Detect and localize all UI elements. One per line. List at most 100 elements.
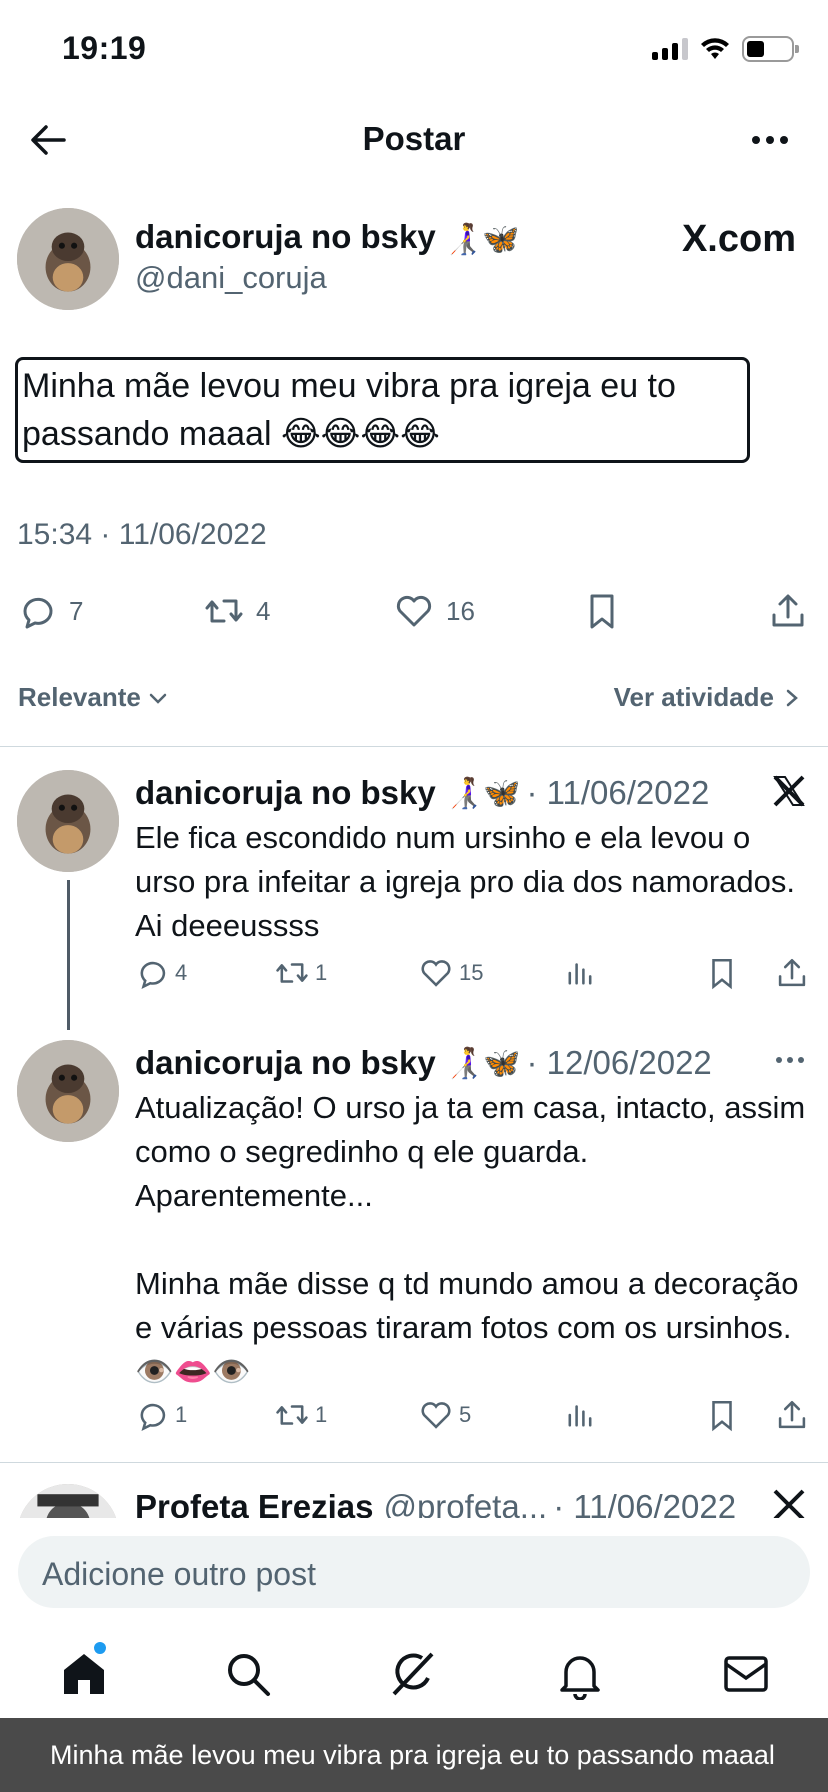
share-icon [772, 594, 804, 627]
wifi-icon [701, 38, 729, 59]
search-tab[interactable] [222, 1648, 274, 1700]
home-tab[interactable] [58, 1648, 110, 1700]
grok-icon [392, 1652, 434, 1696]
like-button[interactable]: 16 [394, 591, 475, 631]
repost-icon [205, 599, 243, 623]
status-bar: 19:19 [0, 0, 828, 100]
share-icon [778, 1400, 806, 1429]
reply-date: · 12/06/2022 [526, 1044, 712, 1081]
share-button[interactable] [775, 956, 809, 990]
avatar[interactable] [17, 208, 119, 310]
reply-button[interactable]: 1 [135, 1398, 187, 1432]
grok-tab[interactable] [386, 1648, 438, 1700]
repost-button[interactable]: 1 [275, 956, 327, 990]
heart-icon [396, 595, 432, 627]
status-icons [652, 36, 799, 62]
mail-icon [724, 1656, 768, 1692]
x-logo-text: X.com [681, 218, 796, 260]
repost-button[interactable]: 1 [275, 1398, 327, 1432]
x-logo-icon [773, 1489, 805, 1521]
bottom-tab-bar [0, 1636, 828, 1726]
top-navbar: Postar [0, 100, 828, 180]
view-activity-label: Ver atividade [613, 682, 774, 712]
like-count: 5 [459, 1402, 472, 1427]
avatar[interactable] [17, 770, 119, 872]
repost-count: 4 [256, 595, 271, 626]
reply-header: danicoruja no bsky 👩‍🦯🦋 · 11/06/2022 [135, 774, 709, 812]
like-count: 16 [446, 595, 475, 626]
author-emoji: 👩‍🦯🦋 [445, 776, 521, 810]
analytics-icon [568, 1405, 592, 1427]
views-button[interactable] [563, 1398, 597, 1432]
divider [0, 1462, 828, 1463]
divider [0, 746, 828, 747]
more-options-icon[interactable] [774, 1050, 806, 1070]
bookmark-icon [712, 1400, 732, 1432]
reply-count: 1 [175, 1402, 188, 1427]
home-icon [64, 1654, 104, 1694]
xcom-badge: X.com [682, 218, 796, 261]
share-button[interactable] [775, 1398, 809, 1432]
reply-count: 7 [69, 595, 84, 626]
chevron-down-icon [149, 693, 167, 704]
x-logo-icon [773, 775, 805, 807]
author-name[interactable]: danicoruja no bsky [135, 774, 436, 812]
search-icon [228, 1654, 270, 1696]
sort-dropdown[interactable]: Relevante [18, 682, 169, 713]
author-name[interactable]: danicoruja no bsky 👩‍🦯🦋 [135, 218, 520, 257]
post-timestamp[interactable]: 15:34 · 11/06/2022 [17, 518, 267, 552]
messages-tab[interactable] [720, 1648, 772, 1700]
reply-icon [140, 1403, 166, 1432]
share-button[interactable] [768, 591, 808, 631]
like-count: 15 [459, 960, 484, 985]
author-handle[interactable]: @dani_coruja [135, 260, 327, 296]
bookmark-button[interactable] [705, 1398, 739, 1432]
page-title: Postar [362, 120, 466, 157]
add-post-input[interactable]: Adicione outro post [18, 1536, 810, 1608]
battery-icon [742, 36, 799, 62]
reply-text: Ele fica escondido num ursinho e ela lev… [135, 820, 802, 943]
reply-actions: 1 1 5 [135, 1398, 815, 1438]
avatar[interactable] [17, 1040, 119, 1142]
repost-icon [276, 1405, 308, 1425]
author-emoji: 👩‍🦯🦋 [444, 222, 520, 256]
bookmark-button[interactable] [705, 956, 739, 990]
repost-count: 1 [315, 1402, 328, 1427]
post-actions: 7 4 16 [0, 585, 828, 645]
share-icon [778, 958, 806, 987]
views-button[interactable] [563, 956, 597, 990]
analytics-icon [568, 963, 592, 985]
replies-sort-bar: Relevante Ver atividade [0, 678, 828, 728]
notification-dot [94, 1642, 106, 1654]
view-activity-link[interactable]: Ver atividade [614, 682, 802, 713]
reply-icon [140, 961, 166, 990]
bookmark-button[interactable] [582, 591, 622, 631]
chevron-right-icon [786, 689, 798, 706]
thread-connector [67, 880, 70, 1030]
reply-actions: 4 1 15 [135, 956, 815, 996]
repost-count: 1 [315, 960, 328, 985]
bookmark-icon [590, 594, 614, 629]
repost-icon [276, 963, 308, 983]
reply-header: danicoruja no bsky 👩‍🦯🦋 · 12/06/2022 [135, 1044, 712, 1082]
reply-button[interactable]: 4 [135, 956, 187, 990]
reply-count: 4 [175, 960, 188, 985]
bell-icon [560, 1656, 600, 1701]
like-button[interactable]: 15 [419, 956, 483, 990]
sort-label: Relevante [18, 682, 141, 712]
notifications-tab[interactable] [554, 1648, 606, 1701]
like-button[interactable]: 5 [419, 1398, 471, 1432]
bookmark-icon [712, 958, 732, 990]
reply-button[interactable]: 7 [17, 591, 83, 631]
link-preview-caption[interactable]: Minha mãe levou meu vibra pra igreja eu … [0, 1718, 828, 1792]
reply-icon [23, 597, 53, 629]
reply-text: Atualização! O urso ja ta em casa, intac… [135, 1090, 806, 1389]
status-time: 19:19 [62, 30, 147, 66]
more-options-icon[interactable] [748, 122, 792, 158]
post-text: Minha mãe levou meu vibra pra igreja eu … [15, 357, 750, 463]
author-name[interactable]: danicoruja no bsky [135, 1044, 436, 1082]
signal-icon [652, 38, 688, 60]
heart-icon [421, 1402, 451, 1429]
repost-button[interactable]: 4 [204, 591, 270, 631]
author-emoji: 👩‍🦯🦋 [445, 1046, 521, 1080]
